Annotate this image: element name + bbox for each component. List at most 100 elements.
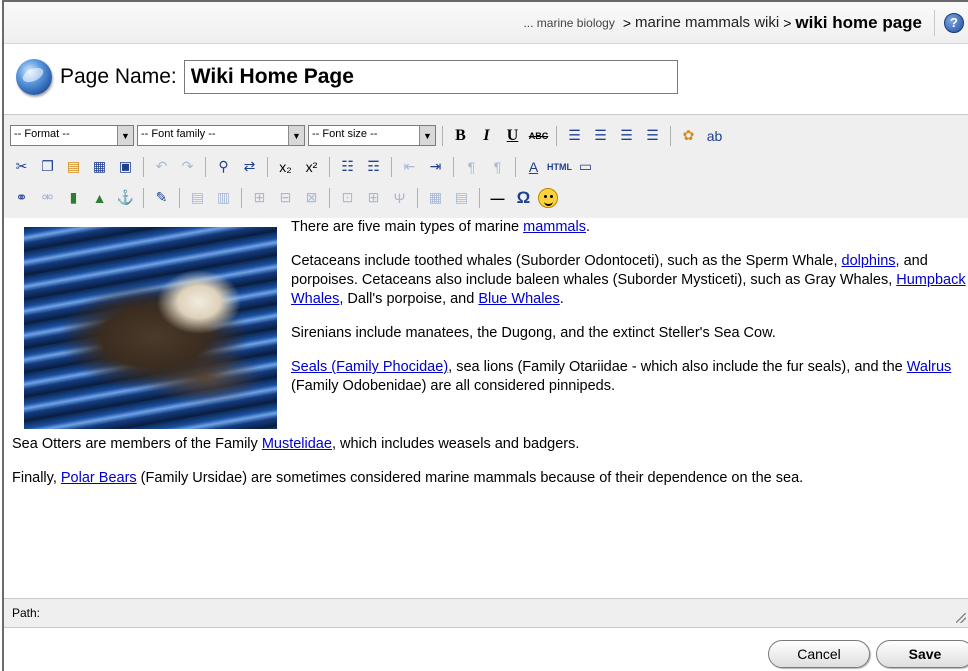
table-props-icon[interactable]: ▥ [212, 186, 235, 209]
align-center-icon[interactable]: ☰ [589, 124, 612, 147]
text: Sea Otters are members of the Family [12, 436, 262, 452]
breadcrumb-parent-link[interactable]: marine mammals wiki [635, 14, 779, 31]
html-source-button[interactable]: HTML [547, 155, 572, 178]
paste-word-icon[interactable]: ▣ [114, 155, 137, 178]
align-left-icon[interactable]: ☰ [563, 124, 586, 147]
editor-frame: ... marine biology > marine mammals wiki… [2, 0, 968, 671]
fullscreen-icon[interactable]: ▭ [574, 155, 597, 178]
toolbar-separator [479, 187, 480, 208]
breadcrumb-current: wiki home page [795, 12, 922, 32]
outdent-icon[interactable]: ⇤ [398, 155, 421, 178]
indent-icon[interactable]: ⇥ [424, 155, 447, 178]
font-family-select-value: -- Font family -- [141, 128, 216, 140]
strikethrough-button[interactable]: ABC [527, 124, 550, 147]
chevron-down-icon: ▼ [117, 126, 133, 145]
link-icon[interactable]: ⚭ [10, 186, 33, 209]
insert-image-icon[interactable]: ▲ [88, 186, 111, 209]
editor-toolbar: -- Format -- ▼ -- Font family -- ▼ -- Fo… [4, 114, 968, 218]
superscript-icon[interactable]: x² [300, 155, 323, 178]
toolbar-separator [329, 187, 330, 208]
toolbar-separator [143, 156, 144, 177]
text: , sea lions (Family Otariidae - which al… [448, 359, 907, 375]
page-name-label: Page Name: [60, 65, 177, 88]
edit-icon[interactable]: ✎ [150, 186, 173, 209]
font-family-select[interactable]: -- Font family -- ▼ [137, 125, 305, 146]
link-polar-bears[interactable]: Polar Bears [61, 470, 137, 486]
link-seals[interactable]: Seals (Family Phocidae) [291, 359, 448, 375]
insert-file-icon[interactable]: ▮ [62, 186, 85, 209]
insert-row-icon[interactable]: ⊞ [248, 186, 271, 209]
save-button[interactable]: Save [876, 640, 968, 668]
link-blue-whales[interactable]: Blue Whales [478, 291, 559, 307]
paste-icon[interactable]: ▤ [62, 155, 85, 178]
copy-icon[interactable]: ❐ [36, 155, 59, 178]
page-name-input[interactable] [183, 60, 678, 94]
toolbar-separator [179, 187, 180, 208]
toolbar-separator [515, 156, 516, 177]
toolbar-separator [442, 125, 443, 146]
toolbar-separator [241, 187, 242, 208]
unlink-icon[interactable]: ⚮ [36, 186, 59, 209]
text-color-icon[interactable]: A [522, 155, 545, 178]
undo-icon[interactable]: ↶ [150, 155, 173, 178]
toolbar-separator [670, 125, 671, 146]
breadcrumb: ... marine biology > marine mammals wiki… [4, 0, 968, 44]
align-right-icon[interactable]: ☰ [615, 124, 638, 147]
link-mammals[interactable]: mammals [523, 219, 586, 235]
paste-text-icon[interactable]: ▦ [88, 155, 111, 178]
toolbar-row-2: ✂ ❐ ▤ ▦ ▣ ↶ ↷ ⚲ ⇄ x₂ x² ☷ ☶ ⇤ ⇥ ¶ ¶ A HT… [10, 151, 968, 182]
insert-col-icon[interactable]: ⊠ [300, 186, 323, 209]
ltr-icon[interactable]: ¶ [460, 155, 483, 178]
editor-content[interactable]: There are five main types of marine mamm… [4, 218, 968, 598]
rtl-icon[interactable]: ¶ [486, 155, 509, 178]
breadcrumb-divider [934, 9, 935, 36]
link-walrus[interactable]: Walrus [907, 359, 952, 375]
cell-props-icon[interactable]: Ψ [388, 186, 411, 209]
toolbar-separator [143, 187, 144, 208]
anchor-icon[interactable]: ⚓ [114, 186, 137, 209]
align-justify-icon[interactable]: ☰ [641, 124, 664, 147]
table-delete-icon[interactable]: ▤ [450, 186, 473, 209]
styleprops-icon[interactable]: ✿ [677, 124, 700, 147]
breadcrumb-separator: > [622, 14, 632, 31]
bold-button[interactable]: B [449, 124, 472, 147]
link-dolphins[interactable]: dolphins [842, 253, 896, 269]
toolbar-separator [556, 125, 557, 146]
delete-row-icon[interactable]: ⊟ [274, 186, 297, 209]
italic-button[interactable]: I [475, 124, 498, 147]
replace-icon[interactable]: ⇄ [238, 155, 261, 178]
bullet-list-icon[interactable]: ☷ [336, 155, 359, 178]
cancel-button[interactable]: Cancel [768, 640, 870, 668]
toolbar-separator [205, 156, 206, 177]
underline-button[interactable]: U [501, 124, 524, 147]
horizontal-rule-button[interactable]: — [486, 186, 509, 209]
link-mustelidae[interactable]: Mustelidae [262, 436, 332, 452]
toolbar-separator [453, 156, 454, 177]
find-icon[interactable]: ⚲ [212, 155, 235, 178]
emoticon-icon[interactable] [538, 187, 558, 208]
special-char-button[interactable]: Ω [512, 186, 535, 209]
numbered-list-icon[interactable]: ☶ [362, 155, 385, 178]
chevron-down-icon: ▼ [419, 126, 435, 145]
font-size-select[interactable]: -- Font size -- ▼ [308, 125, 436, 146]
font-size-select-value: -- Font size -- [312, 128, 378, 140]
action-buttons: Cancel Save [4, 640, 968, 670]
insert-table-icon[interactable]: ▦ [424, 186, 447, 209]
help-icon[interactable]: ? [944, 12, 964, 33]
format-select-value: -- Format -- [14, 128, 70, 140]
sea-otter-image [24, 227, 277, 429]
toolbar-row-3: ⚭ ⚮ ▮ ▲ ⚓ ✎ ▤ ▥ ⊞ ⊟ ⊠ ⊡ ⊞ Ψ ▦ ▤ — Ω [10, 182, 968, 213]
cut-icon[interactable]: ✂ [10, 155, 33, 178]
resize-grip-icon[interactable] [956, 613, 966, 623]
subscript-icon[interactable]: x₂ [274, 155, 297, 178]
merge-cells-icon[interactable]: ⊡ [336, 186, 359, 209]
split-cells-icon[interactable]: ⊞ [362, 186, 385, 209]
chevron-down-icon: ▼ [288, 126, 304, 145]
table-icon[interactable]: ▤ [186, 186, 209, 209]
breadcrumb-trail[interactable]: ... marine biology [523, 16, 614, 30]
spellcheck-icon[interactable]: ab [703, 124, 726, 147]
format-select[interactable]: -- Format -- ▼ [10, 125, 134, 146]
text: . [585, 219, 590, 235]
redo-icon[interactable]: ↷ [176, 155, 199, 178]
toolbar-separator [267, 156, 268, 177]
